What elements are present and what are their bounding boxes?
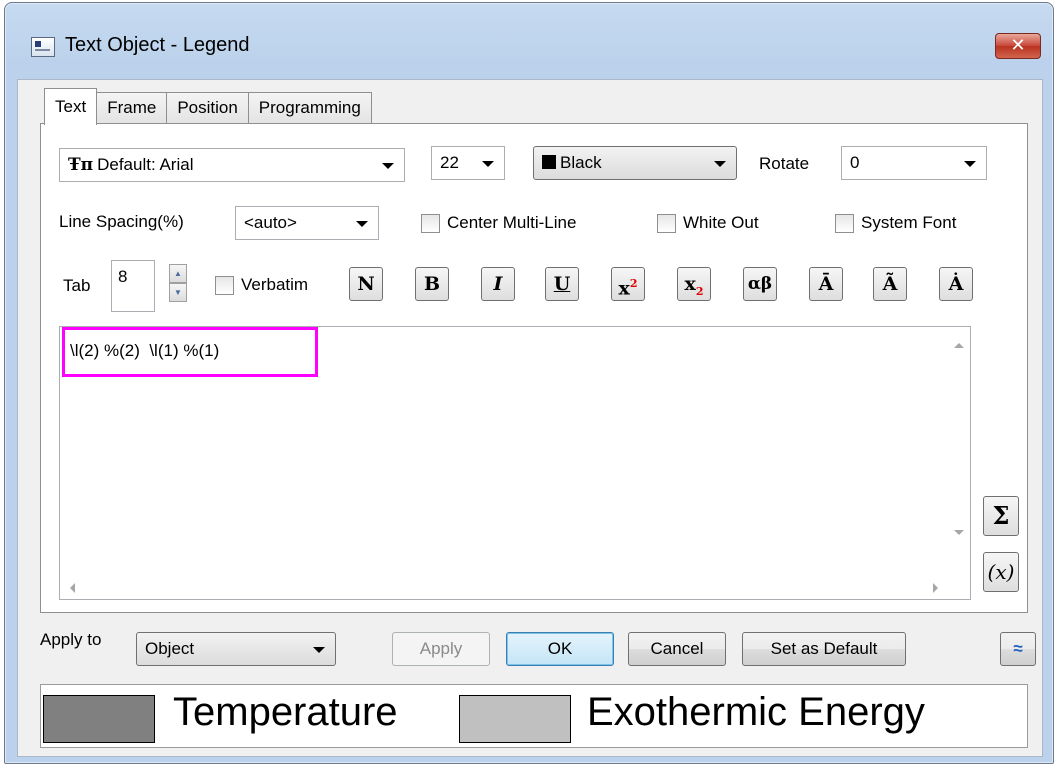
temperature-swatch	[43, 695, 155, 743]
underline-button[interactable]: U	[545, 267, 579, 301]
line-spacing-combo[interactable]: <auto>	[235, 206, 379, 240]
sum-icon[interactable]: Σ	[983, 496, 1019, 536]
subscript-base: x	[684, 273, 696, 295]
close-button[interactable]: ✕	[995, 33, 1041, 59]
tab-text[interactable]: Text	[44, 88, 98, 125]
scroll-down-icon[interactable]	[954, 530, 964, 535]
font-type-icon: Ŧп	[68, 155, 94, 175]
center-multiline-checkbox[interactable]: Center Multi-Line	[421, 212, 576, 234]
color-combo[interactable]: Black	[533, 146, 737, 180]
chevron-down-icon	[313, 647, 325, 653]
tilde-button[interactable]: Ã	[873, 267, 907, 301]
scroll-up-icon[interactable]	[954, 343, 964, 348]
window-icon	[31, 37, 55, 57]
tab-position[interactable]: Position	[166, 92, 249, 124]
line-spacing-label: Line Spacing(%)	[59, 212, 184, 231]
legend-label-temperature: Temperature	[173, 690, 398, 734]
line-spacing-value: <auto>	[244, 213, 297, 232]
exothermic-energy-swatch	[459, 695, 571, 743]
apply-button[interactable]: Apply	[392, 632, 490, 666]
window-title: Text Object - Legend	[65, 34, 250, 56]
rotate-value: 0	[850, 153, 860, 172]
dialog-client: Text Frame Position Programming Ŧп Defaul…	[17, 79, 1043, 757]
legend-label-exothermic-energy: Exothermic Energy	[587, 690, 925, 734]
ok-button[interactable]: OK	[506, 632, 614, 666]
font-combo[interactable]: Ŧп Default: Arial	[59, 148, 405, 182]
spin-up-icon[interactable]: ▲	[169, 264, 187, 283]
tab-programming[interactable]: Programming	[247, 92, 372, 124]
scroll-right-icon[interactable]	[933, 583, 938, 593]
collapse-icon[interactable]: ≈	[1000, 632, 1036, 666]
chevron-down-icon	[382, 163, 394, 169]
font-size-value: 22	[440, 153, 459, 172]
chevron-down-icon	[482, 161, 494, 167]
tab-spinner[interactable]: ▲ ▼	[169, 264, 187, 302]
chevron-down-icon	[714, 161, 726, 167]
text-editor[interactable]: \l(2) %(2) \l(1) %(1)	[59, 326, 971, 600]
bold-button[interactable]: B	[415, 267, 449, 301]
font-size-combo[interactable]: 22	[431, 146, 505, 180]
chevron-down-icon	[356, 221, 368, 227]
editor-content[interactable]: \l(2) %(2) \l(1) %(1)	[70, 341, 219, 361]
color-swatch	[542, 155, 556, 169]
font-value: Default: Arial	[97, 155, 194, 174]
greek-button[interactable]: αβ	[743, 267, 777, 301]
subscript-button[interactable]: x2	[677, 267, 711, 301]
legend-preview: Temperature Exothermic Energy	[40, 684, 1028, 748]
superscript-base: x	[618, 277, 630, 300]
chevron-down-icon	[964, 161, 976, 167]
tab-strip: Text Frame Position Programming	[44, 88, 372, 125]
set-as-default-button[interactable]: Set as Default	[742, 632, 906, 666]
scroll-left-icon[interactable]	[70, 583, 75, 593]
apply-to-value: Object	[145, 639, 195, 658]
tab-label: Tab	[63, 276, 91, 295]
system-font-checkbox[interactable]: System Font	[835, 212, 956, 234]
spin-down-icon[interactable]: ▼	[169, 283, 187, 302]
overbar-button[interactable]: Ā	[809, 267, 843, 301]
subscript-mark: 2	[695, 284, 704, 298]
tab-size-input[interactable]: 8	[111, 260, 155, 312]
dialog-window: Text Object - Legend ✕ Text Frame Positi…	[4, 2, 1054, 764]
apply-to-label: Apply to	[40, 630, 102, 649]
cancel-button[interactable]: Cancel	[628, 632, 726, 666]
apply-to-combo[interactable]: Object	[136, 632, 336, 666]
superscript-button[interactable]: x2	[611, 267, 645, 301]
verbatim-checkbox[interactable]: Verbatim	[215, 274, 308, 296]
white-out-checkbox[interactable]: White Out	[657, 212, 759, 234]
dot-accent-button[interactable]: Ȧ	[939, 267, 973, 301]
normal-button[interactable]: N	[349, 267, 383, 301]
tab-frame[interactable]: Frame	[96, 92, 168, 124]
rotate-combo[interactable]: 0	[841, 146, 987, 180]
vertical-scrollbar[interactable]	[948, 327, 970, 565]
italic-button[interactable]: I	[481, 267, 515, 301]
variable-icon[interactable]: (x)	[983, 552, 1019, 592]
text-tab-panel: Ŧп Default: Arial 22 Black Rotate 0 Line …	[40, 123, 1028, 613]
horizontal-scrollbar[interactable]	[60, 577, 948, 599]
title-bar: Text Object - Legend ✕	[5, 3, 1053, 81]
color-value: Black	[560, 153, 602, 172]
superscript-mark: 2	[629, 277, 638, 290]
rotate-label: Rotate	[759, 154, 810, 173]
